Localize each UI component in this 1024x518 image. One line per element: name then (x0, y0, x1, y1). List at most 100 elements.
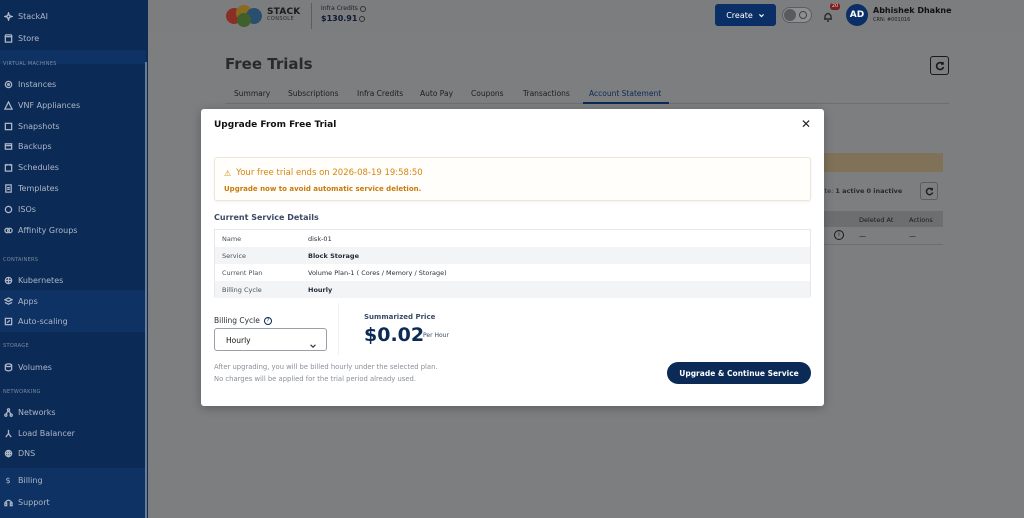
status-inactive: 0 inactive (866, 187, 903, 195)
sidebar-item-affinity-groups[interactable]: Affinity Groups (0, 220, 146, 240)
detail-key: Billing Cycle (222, 286, 262, 294)
warning-banner (812, 153, 943, 172)
tab-coupons[interactable]: Coupons (471, 89, 504, 98)
sidebar-item-label: ISOs (18, 204, 36, 214)
table-refresh-button[interactable] (920, 182, 938, 200)
avatar[interactable]: AD (846, 4, 868, 26)
notification-badge: 20 (830, 3, 840, 10)
upgrade-modal: Upgrade From Free Trial ✕ ⚠ Your free tr… (201, 109, 824, 406)
sidebar-item-load-balancer[interactable]: Load Balancer (0, 423, 146, 443)
sidebar-item-backups[interactable]: Backups (0, 136, 146, 156)
sidebar-item-networks[interactable]: Networks (0, 402, 146, 422)
tab-auto-pay[interactable]: Auto Pay (420, 89, 453, 98)
detail-row: Current Plan Volume Plan-1 ( Cores / Mem… (215, 264, 810, 281)
info-icon[interactable]: i (834, 230, 844, 240)
sidebar-item-instances[interactable]: Instances (0, 74, 146, 94)
kubernetes-icon (3, 275, 13, 285)
sidebar-item-billing[interactable]: $ Billing (0, 470, 146, 490)
sidebar-item-schedules[interactable]: Schedules (0, 157, 146, 177)
sidebar-item-templates[interactable]: Templates (0, 178, 146, 198)
sidebar-item-label: VNF Appliances (18, 100, 81, 110)
billing-note: No charges will be applied for the trial… (214, 375, 416, 383)
sidebar-item-label: Affinity Groups (18, 225, 78, 235)
bell-icon (824, 12, 832, 22)
sidebar-item-label: Schedules (18, 162, 59, 172)
divider (338, 303, 339, 355)
loadbalancer-icon (3, 428, 13, 438)
billing-cycle-select[interactable]: Hourly (214, 328, 327, 351)
sidebar-item-volumes[interactable]: Volumes (0, 357, 146, 377)
section-title: Current Service Details (214, 213, 319, 222)
service-details-table: Name disk-01 Service Block Storage Curre… (214, 229, 811, 298)
column-deleted-at: Deleted At (859, 216, 894, 224)
price-unit: Per Hour (423, 332, 449, 339)
refresh-button[interactable] (930, 56, 949, 75)
chevron-down-icon (309, 335, 317, 348)
refresh-icon (935, 61, 944, 70)
autoscaling-icon (3, 316, 13, 326)
sidebar-section-title: CONTAINERS (3, 257, 39, 263)
billing-cycle-value: Hourly (226, 336, 251, 345)
sidebar-section-title: VIRTUAL MACHINES (3, 61, 57, 67)
sidebar-item-label: Store (18, 33, 40, 43)
tab-transactions[interactable]: Transactions (523, 89, 570, 98)
sidebar-item-support[interactable]: Support (0, 492, 146, 512)
detail-row: Billing Cycle Hourly (215, 281, 810, 298)
alert-subtext: Upgrade now to avoid automatic service d… (224, 185, 422, 193)
tab-infra-credits[interactable]: Infra Credits (357, 89, 403, 98)
sidebar-item-isos[interactable]: ISOs (0, 199, 146, 219)
sidebar-item-label: Kubernetes (18, 275, 64, 285)
price-value: $0.02 (364, 324, 425, 346)
trial-expiry-alert: ⚠ Your free trial ends on 2026-08-19 19:… (214, 157, 811, 201)
credits-info-icon[interactable] (359, 15, 366, 22)
sidebar-scrollbar[interactable] (145, 62, 147, 518)
sidebar-item-dns[interactable]: DNS (0, 443, 146, 463)
sidebar-item-label: Instances (18, 79, 57, 89)
theme-toggle[interactable] (782, 7, 812, 23)
modal-title: Upgrade From Free Trial (214, 120, 337, 130)
upgrade-continue-button[interactable]: Upgrade & Continue Service (667, 362, 811, 384)
stack-console-logo[interactable]: STACK CONSOLE (225, 4, 305, 28)
billing-cycle-label: Billing Cycle ? (214, 316, 272, 325)
tab-subscriptions[interactable]: Subscriptions (288, 89, 339, 98)
detail-value: disk-01 (308, 235, 332, 243)
create-button[interactable]: Create (715, 4, 776, 26)
credits-value: $130.91 (321, 14, 358, 23)
refresh-icon (925, 187, 933, 195)
sidebar-item-label: Load Balancer (18, 428, 75, 438)
sidebar-item-label: Volumes (18, 362, 52, 372)
store-icon (3, 33, 13, 43)
detail-value: Hourly (308, 286, 333, 294)
sidebar-item-apps[interactable]: Apps (0, 291, 146, 311)
billing-note: After upgrading, you will be billed hour… (214, 363, 438, 371)
infra-credits: Infra Credits $130.91 (311, 3, 373, 29)
tab-account-statement[interactable]: Account Statement (589, 89, 661, 98)
template-icon (3, 183, 13, 193)
sidebar-item-vnf-appliances[interactable]: VNF Appliances (0, 95, 146, 115)
detail-key: Name (222, 235, 242, 243)
detail-value: Volume Plan-1 ( Cores / Memory / Storage… (308, 269, 447, 277)
sidebar-section-title: STORAGE (3, 343, 29, 349)
tab-summary[interactable]: Summary (234, 89, 270, 98)
sidebar-item-label: Networks (18, 407, 56, 417)
sidebar-item-label: Templates (18, 183, 59, 193)
sparkle-icon (3, 11, 13, 21)
vnf-icon (3, 100, 13, 110)
alert-title: Your free trial ends on 2026-08-19 19:58… (236, 168, 423, 178)
sidebar-item-auto-scaling[interactable]: Auto-scaling (0, 311, 146, 331)
dollar-icon: $ (5, 475, 11, 485)
sidebar-item-snapshots[interactable]: Snapshots (0, 116, 146, 136)
sidebar-item-store[interactable]: Store (0, 28, 146, 48)
active-tab-indicator (583, 102, 669, 104)
column-actions: Actions (909, 216, 933, 224)
notification-button[interactable] (822, 8, 836, 22)
network-icon (3, 407, 13, 417)
sidebar-item-label: Backups (18, 141, 52, 151)
info-icon[interactable] (359, 5, 366, 12)
close-icon[interactable]: ✕ (799, 117, 813, 131)
user-name[interactable]: Abhishek Dhakne (873, 6, 952, 15)
detail-value: Block Storage (308, 252, 359, 260)
sidebar-item-stackai[interactable]: StackAI (0, 6, 146, 26)
help-icon[interactable]: ? (263, 316, 272, 325)
sidebar-item-kubernetes[interactable]: Kubernetes (0, 270, 146, 290)
